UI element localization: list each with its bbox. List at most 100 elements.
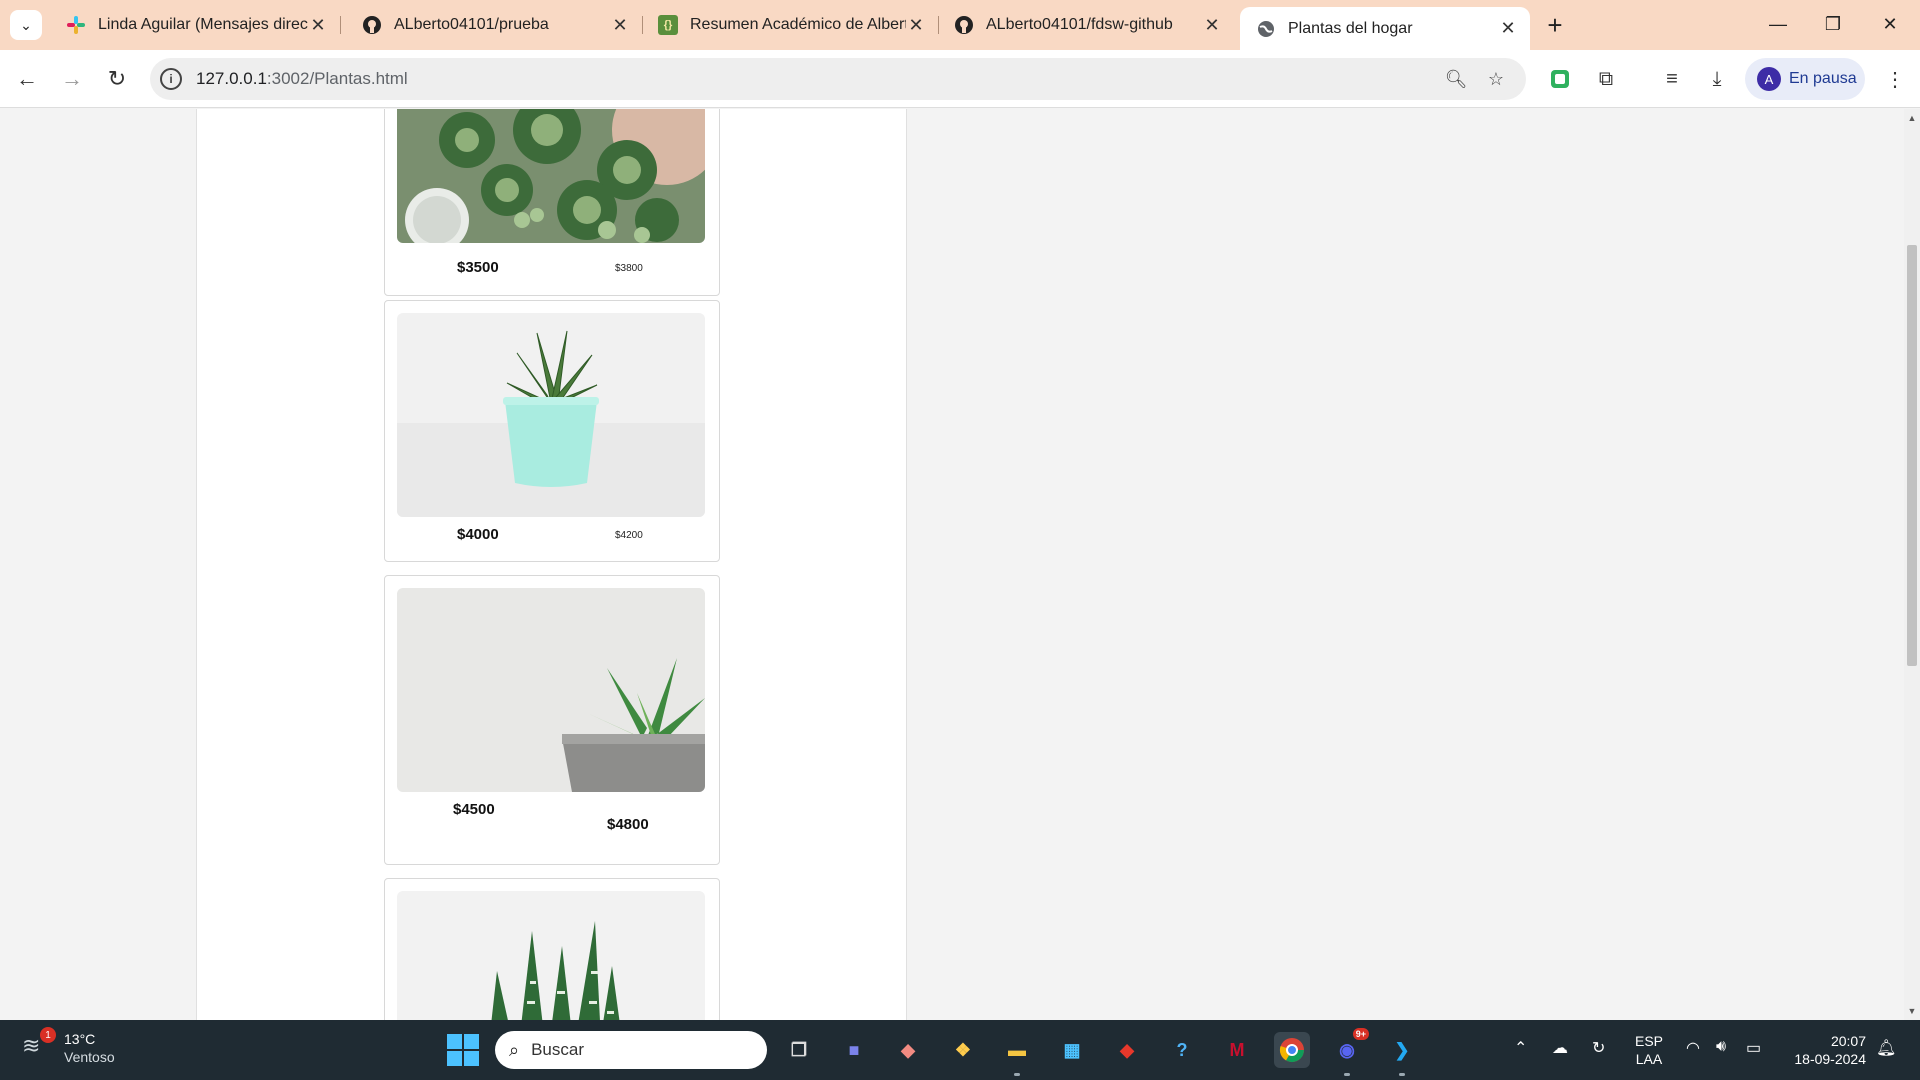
plus-icon: + [1547, 9, 1563, 40]
restore-button[interactable]: ❐ [1813, 8, 1853, 40]
chevron-down-icon: ⌄ [20, 16, 32, 33]
forward-button[interactable]: → [55, 62, 89, 96]
product-price: $3500 [457, 259, 499, 276]
product-card[interactable]: $3500 $3800 [384, 109, 720, 296]
address-bar[interactable]: i 127.0.0.1:3002/Plantas.html 🔍︎ ☆ [150, 58, 1526, 100]
tab-plantas-active[interactable]: Plantas del hogar ✕ [1240, 7, 1530, 50]
windows-logo-icon [464, 1051, 479, 1066]
taskbar-search[interactable]: ⌕ Buscar [495, 1031, 767, 1069]
windows-logo-icon [464, 1034, 479, 1049]
windows-logo-icon [447, 1051, 462, 1066]
close-icon: ✕ [1882, 13, 1898, 34]
page-scrollbar[interactable]: ▲ ▼ [1904, 109, 1920, 1020]
tab-github-prueba[interactable]: ALberto04101/prueba ✕ [346, 7, 643, 43]
close-icon[interactable]: ✕ [1202, 15, 1222, 35]
media-controls-icon[interactable]: ≡ [1657, 64, 1687, 94]
scroll-up-arrow-icon[interactable]: ▲ [1907, 113, 1917, 123]
product-card[interactable]: $4000 $4200 [384, 300, 720, 562]
discord-icon[interactable]: ◉ 9+ [1329, 1028, 1369, 1076]
notification-badge: 1 [40, 1027, 56, 1043]
json-file-icon: {} [658, 15, 678, 35]
tab-slack[interactable]: Linda Aguilar (Mensajes directos ✕ [50, 7, 341, 43]
tab-title: Resumen Académico de Alberto [690, 16, 906, 33]
clock-time: 20:07 [1830, 1033, 1866, 1049]
new-tab-button[interactable]: + [1540, 10, 1570, 40]
tab-resumen[interactable]: {} Resumen Académico de Alberto ✕ [642, 7, 939, 43]
product-old-price: $3800 [615, 263, 643, 274]
reload-button[interactable]: ↻ [100, 62, 134, 96]
product-panel: $3500 $3800 $4000 $4200 $4500 $4800 [196, 109, 907, 1020]
scroll-down-arrow-icon[interactable]: ▼ [1907, 1006, 1917, 1016]
download-icon[interactable]: ⤓ [1702, 64, 1732, 94]
weather-temp: 13°C [64, 1031, 96, 1047]
zoom-icon[interactable]: 🔍︎ [1444, 67, 1468, 91]
extension-green-icon[interactable] [1545, 64, 1575, 94]
system-clock[interactable]: 20:07 18-09-2024 [1776, 1032, 1866, 1068]
file-explorer-icon[interactable]: ▬ [999, 1032, 1035, 1076]
site-info-icon[interactable]: i [160, 68, 182, 90]
bookmark-star-icon[interactable]: ☆ [1484, 67, 1508, 91]
teams-chat-icon[interactable]: ■ [836, 1032, 872, 1068]
notification-bell-icon[interactable]: 🔔︎ [1876, 1038, 1896, 1058]
close-window-button[interactable]: ✕ [1870, 8, 1910, 40]
extensions-puzzle-icon[interactable]: ⧉ [1591, 64, 1621, 94]
widgets-app-icon[interactable]: ❖ [945, 1032, 981, 1068]
minimize-button[interactable]: — [1758, 8, 1798, 40]
tab-github-fdsw[interactable]: ALberto04101/fdsw-github ✕ [938, 7, 1234, 43]
chrome-taskbar-icon[interactable] [1274, 1032, 1310, 1068]
product-image[interactable] [397, 891, 705, 1020]
github-icon [954, 15, 974, 35]
product-card[interactable]: $4500 $4800 [384, 575, 720, 865]
notification-badge: 9+ [1352, 1028, 1369, 1040]
product-image[interactable] [397, 313, 705, 517]
lang-bottom: LAA [1635, 1051, 1663, 1067]
wind-icon: ≋ 1 [22, 1027, 56, 1063]
more-menu-icon[interactable]: ⋮ [1880, 64, 1910, 94]
copilot-icon[interactable]: ◆ [890, 1032, 926, 1068]
product-old-price: $4800 [607, 816, 649, 833]
tab-title: Plantas del hogar [1288, 19, 1413, 37]
scrollbar-thumb[interactable] [1907, 245, 1917, 666]
windows-logo-icon [447, 1034, 462, 1049]
product-image[interactable] [397, 109, 705, 243]
globe-icon [1256, 19, 1276, 39]
arrow-left-icon: ← [16, 66, 38, 91]
arrow-right-icon: → [61, 66, 83, 91]
task-view-icon[interactable]: ❐ [781, 1032, 817, 1068]
vscode-icon[interactable]: ❯ [1384, 1032, 1420, 1076]
close-icon[interactable]: ✕ [308, 15, 328, 35]
wifi-icon[interactable]: ◠ [1686, 1038, 1700, 1058]
weather-widget[interactable]: ≋ 1 13°C Ventoso [22, 1027, 115, 1066]
tab-search-button[interactable]: ⌄ [10, 10, 42, 40]
close-icon[interactable]: ✕ [1498, 18, 1518, 39]
microsoft-store-icon[interactable]: ▦ [1054, 1032, 1090, 1068]
url-text[interactable]: 127.0.0.1:3002/Plantas.html [196, 69, 408, 89]
tab-title: Linda Aguilar (Mensajes directos [98, 16, 308, 33]
tab-title: ALberto04101/prueba [394, 16, 549, 33]
mcafee-icon[interactable]: M [1219, 1032, 1255, 1068]
back-button[interactable]: ← [10, 62, 44, 96]
onedrive-icon[interactable]: ☁ [1552, 1038, 1568, 1058]
battery-icon[interactable]: ▭ [1746, 1038, 1761, 1058]
product-image[interactable] [397, 588, 705, 792]
search-icon: ⌕ [509, 1039, 520, 1060]
weather-desc: Ventoso [64, 1049, 115, 1065]
anydesk-icon[interactable]: ◆ [1109, 1032, 1145, 1068]
close-icon[interactable]: ✕ [610, 15, 630, 35]
help-app-icon[interactable]: ? [1164, 1032, 1200, 1068]
url-path: :3002/Plantas.html [266, 69, 408, 88]
search-placeholder: Buscar [531, 1040, 585, 1059]
start-button[interactable] [447, 1034, 479, 1066]
clock-date: 18-09-2024 [1794, 1051, 1866, 1067]
profile-button[interactable]: A En pausa [1745, 58, 1865, 100]
profile-status: En pausa [1789, 70, 1857, 87]
close-icon[interactable]: ✕ [906, 15, 926, 35]
slack-icon [66, 15, 86, 35]
chevron-up-icon[interactable]: ⌃ [1514, 1038, 1527, 1058]
product-card[interactable] [384, 878, 720, 1020]
language-indicator[interactable]: ESP LAA [1635, 1032, 1663, 1068]
sync-icon[interactable]: ↻ [1592, 1038, 1605, 1058]
lang-top: ESP [1635, 1033, 1664, 1049]
volume-icon[interactable]: 🔊︎ [1716, 1038, 1726, 1056]
tab-title: ALberto04101/fdsw-github [986, 16, 1173, 33]
